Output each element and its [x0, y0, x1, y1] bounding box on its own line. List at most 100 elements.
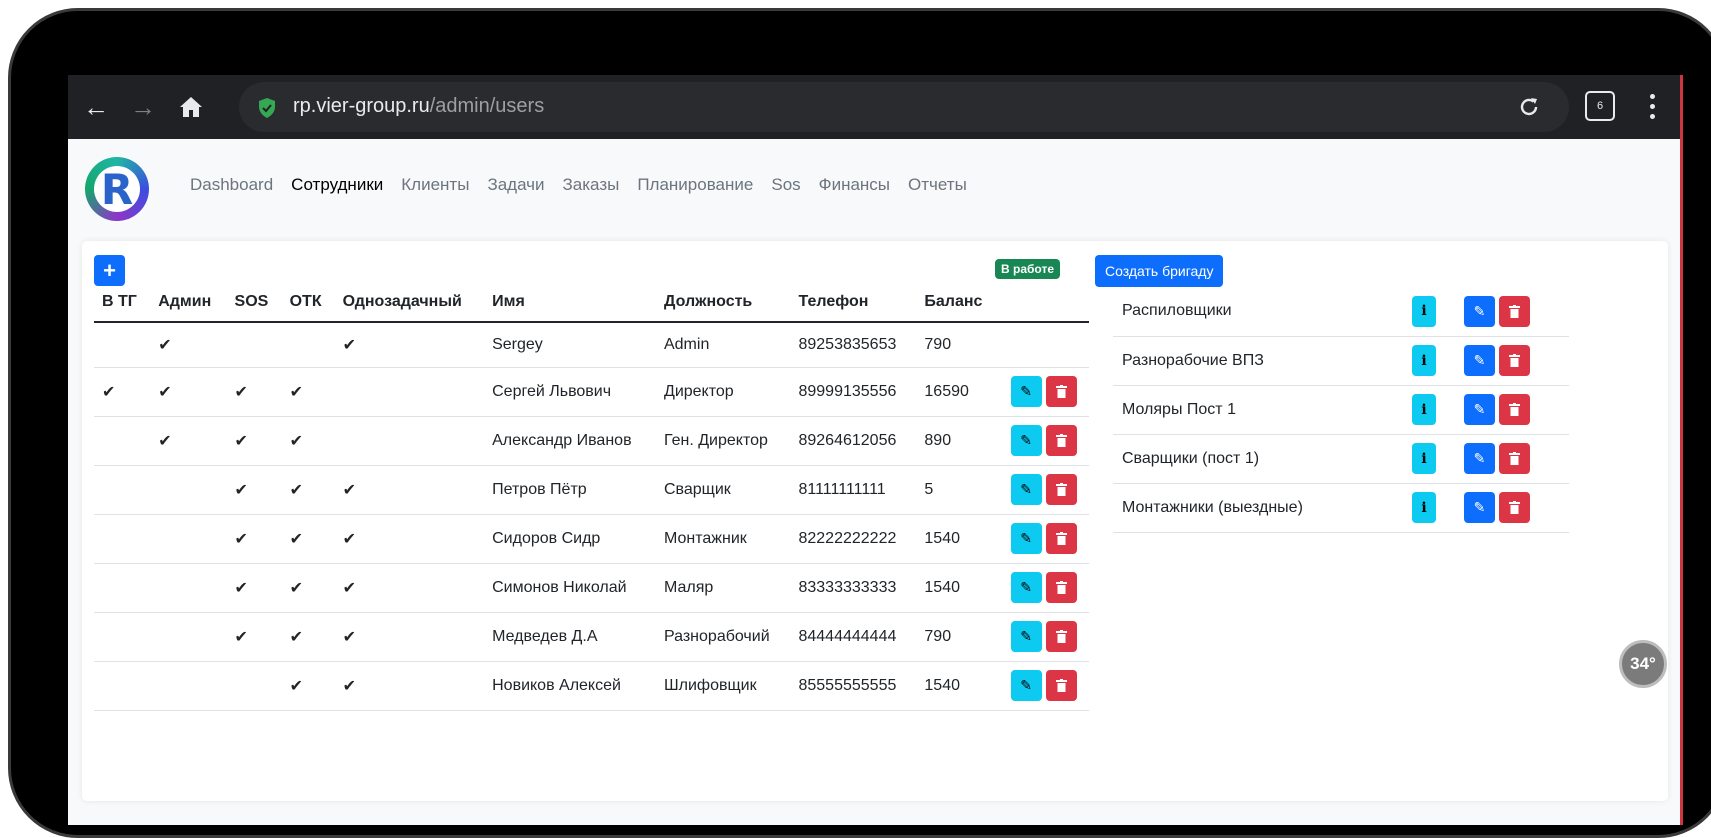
address-bar[interactable]: rp.vier-group.ru/admin/users [239, 82, 1569, 132]
cell-admin [150, 563, 227, 613]
nav-clients[interactable]: Клиенты [392, 175, 478, 195]
delete-button[interactable] [1045, 376, 1077, 407]
nav-sos[interactable]: Sos [762, 175, 809, 195]
col-admin[interactable]: Админ [150, 282, 227, 323]
temperature-overlay[interactable]: 34° [1619, 640, 1667, 688]
cell-otk [281, 322, 335, 368]
team-name: Распиловщики [1113, 287, 1403, 337]
tablet-frame: ← → rp.vier-group.ru/admin/users 6 R Das… [8, 8, 1711, 838]
cell-phone: 82222222222 [790, 514, 917, 564]
trash-icon [1509, 452, 1520, 465]
forward-icon[interactable]: → [125, 89, 161, 125]
edit-button[interactable]: ✎ [1010, 572, 1042, 603]
cell-otk: ✔ [281, 514, 335, 564]
cell-position: Шлифовщик [655, 661, 791, 711]
edit-button[interactable]: ✎ [1010, 621, 1042, 652]
delete-button[interactable] [1045, 425, 1077, 456]
cell-tg [94, 612, 151, 662]
delete-team-button[interactable] [1499, 345, 1530, 376]
col-single-task[interactable]: Однозадачный [334, 282, 485, 323]
team-info-cell: i [1403, 336, 1455, 386]
edit-team-button[interactable]: ✎ [1464, 394, 1495, 425]
edit-team-button[interactable]: ✎ [1464, 492, 1495, 523]
info-button[interactable]: i [1412, 492, 1436, 523]
cell-phone: 89253835653 [790, 322, 917, 368]
app-logo[interactable]: R [85, 157, 149, 221]
col-phone[interactable]: Телефон [790, 282, 917, 323]
pencil-icon: ✎ [1020, 677, 1032, 693]
cell-phone: 81111111111 [790, 465, 917, 515]
cell-name: Sergey [484, 322, 656, 368]
tab-switcher-icon[interactable]: 6 [1585, 91, 1615, 121]
screen: ← → rp.vier-group.ru/admin/users 6 R Das… [68, 75, 1683, 825]
delete-button[interactable] [1045, 572, 1077, 603]
delete-team-button[interactable] [1499, 295, 1530, 327]
nav-dashboard[interactable]: Dashboard [181, 175, 282, 195]
edit-team-button[interactable]: ✎ [1464, 295, 1495, 327]
cell-position: Сварщик [655, 465, 791, 515]
cell-tg [94, 514, 151, 564]
logo-letter: R [94, 165, 140, 214]
team-actions-cell: ✎ [1455, 434, 1569, 484]
team-actions-cell: ✎ [1455, 287, 1569, 337]
info-button[interactable]: i [1412, 295, 1436, 327]
edit-button[interactable]: ✎ [1010, 376, 1042, 407]
nav-reports[interactable]: Отчеты [899, 175, 976, 195]
home-icon[interactable] [173, 89, 209, 125]
more-vert-icon[interactable] [1644, 91, 1660, 121]
edit-button[interactable]: ✎ [1010, 670, 1042, 701]
edit-button[interactable]: ✎ [1010, 523, 1042, 554]
delete-team-button[interactable] [1499, 394, 1530, 425]
cell-name: Симонов Николай [484, 563, 656, 613]
nav-finance[interactable]: Финансы [810, 175, 899, 195]
delete-team-button[interactable] [1499, 492, 1530, 523]
create-team-button[interactable]: Создать бригаду [1095, 255, 1224, 287]
edit-button[interactable]: ✎ [1010, 474, 1042, 505]
cell-balance: 1540 [916, 514, 999, 564]
cell-admin [150, 661, 227, 711]
delete-button[interactable] [1045, 523, 1077, 554]
cell-admin: ✔ [150, 322, 227, 368]
nav-planning[interactable]: Планирование [628, 175, 762, 195]
col-sos[interactable]: SOS [226, 282, 282, 323]
cell-tg: ✔ [94, 367, 151, 417]
delete-team-button[interactable] [1499, 443, 1530, 474]
cell-name: Медведев Д.А [484, 612, 656, 662]
trash-icon [1055, 581, 1067, 594]
info-button[interactable]: i [1412, 345, 1436, 376]
cell-tg [94, 416, 151, 466]
nav-orders[interactable]: Заказы [554, 175, 629, 195]
team-info-cell: i [1403, 385, 1455, 435]
nav-employees[interactable]: Сотрудники [282, 175, 392, 195]
info-icon: i [1421, 352, 1427, 369]
back-icon[interactable]: ← [78, 89, 114, 125]
col-tg[interactable]: В ТГ [94, 282, 151, 323]
delete-button[interactable] [1045, 621, 1077, 652]
info-button[interactable]: i [1412, 394, 1436, 425]
info-button[interactable]: i [1412, 443, 1436, 474]
status-badge: В работе [995, 259, 1060, 279]
cell-tg [94, 322, 151, 368]
edit-team-button[interactable]: ✎ [1464, 345, 1495, 376]
cell-tg [94, 563, 151, 613]
team-actions-cell: ✎ [1455, 385, 1569, 435]
pencil-icon: ✎ [1020, 530, 1032, 546]
cell-balance: 5 [916, 465, 999, 515]
nav-tasks[interactable]: Задачи [478, 175, 553, 195]
delete-button[interactable] [1045, 670, 1077, 701]
cell-balance: 1540 [916, 563, 999, 613]
reload-icon[interactable] [1509, 87, 1549, 127]
cell-balance: 890 [916, 416, 999, 466]
team-row: Моляры Пост 1 i ✎ [1113, 385, 1569, 435]
col-name[interactable]: Имя [484, 282, 656, 323]
edit-button[interactable]: ✎ [1010, 425, 1042, 456]
cell-balance: 790 [916, 612, 999, 662]
cell-otk: ✔ [281, 612, 335, 662]
edit-team-button[interactable]: ✎ [1464, 443, 1495, 474]
delete-button[interactable] [1045, 474, 1077, 505]
team-name: Монтажники (выездные) [1113, 483, 1403, 533]
col-position[interactable]: Должность [655, 282, 791, 323]
col-balance[interactable]: Баланс [916, 282, 999, 323]
col-otk[interactable]: ОТК [281, 282, 335, 323]
team-row: Монтажники (выездные) i ✎ [1113, 483, 1569, 533]
